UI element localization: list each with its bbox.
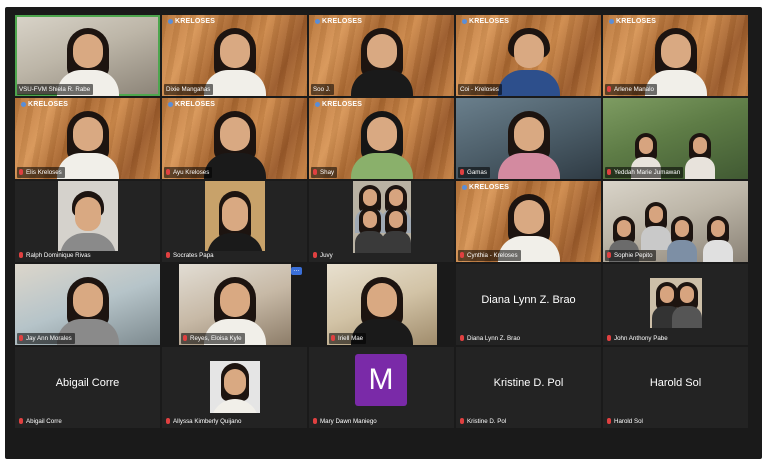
mic-muted-icon — [607, 252, 611, 258]
participant-name-label: Abigail Corre — [17, 416, 65, 427]
participant-name-label: Shay — [311, 167, 338, 178]
participant-name-label: Juvy — [311, 250, 336, 261]
participant-name-label: Diana Lynn Z. Brao — [458, 333, 523, 344]
participant-name-label: Soo J. — [311, 84, 334, 95]
video-tile[interactable]: John Anthony Pabe — [603, 264, 748, 345]
mic-muted-icon — [607, 86, 611, 92]
participant-name-label: Mary Dawn Maniego — [311, 416, 380, 427]
video-tile[interactable]: KRELOSES Dixie Mangahas — [162, 15, 307, 96]
gallery-view: VSU-FVM Shiela R. Rabe KRELOSES Dixie Ma… — [5, 7, 762, 459]
participant-display-name: Kristine D. Pol — [493, 377, 564, 389]
mic-muted-icon — [166, 418, 170, 424]
participant-name-label: Gamas — [458, 167, 490, 178]
participant-video — [353, 181, 411, 253]
mic-muted-icon — [166, 169, 170, 175]
participant-video — [347, 28, 417, 96]
video-tile[interactable]: KRELOSES Coi - Kreloses — [456, 15, 601, 96]
video-tile[interactable]: Ralph Dominique Rivas — [15, 181, 160, 262]
brand-watermark: KRELOSES — [315, 18, 362, 25]
video-tile[interactable]: Iriell Mae — [327, 264, 437, 345]
participant-display-name: Harold Sol — [649, 377, 702, 389]
avatar: M — [355, 354, 407, 406]
participant-name-label: Socrates Papa — [164, 250, 217, 261]
video-tile[interactable]: Jay Ann Morales — [15, 264, 160, 345]
video-tile[interactable]: KRELOSES Shay — [309, 98, 454, 179]
mic-muted-icon — [460, 418, 464, 424]
participant-profile-photo — [650, 278, 702, 328]
video-tile[interactable]: Juvy — [309, 181, 454, 262]
participant-display-name: Abigail Corre — [55, 377, 120, 389]
participant-name-label: Iriell Mae — [329, 333, 367, 344]
mic-muted-icon — [607, 335, 611, 341]
participant-name-label: Harold Sol — [605, 416, 646, 427]
participant-name-label: Arlene Manalo — [605, 84, 657, 95]
video-tile[interactable]: Abigail Corre Abigail Corre — [15, 347, 160, 428]
zoom-gallery-screenshot: VSU-FVM Shiela R. Rabe KRELOSES Dixie Ma… — [0, 0, 768, 466]
participant-name-label: Jay Ann Morales — [17, 333, 75, 344]
video-tile[interactable]: Harold Sol Harold Sol — [603, 347, 748, 428]
mic-muted-icon — [607, 418, 611, 424]
participant-name-label: Allyssa Kimberly Quijano — [164, 416, 244, 427]
video-tile[interactable]: Gamas — [456, 98, 601, 179]
participant-video — [58, 181, 118, 251]
mic-muted-icon — [166, 252, 170, 258]
video-tile[interactable]: Diana Lynn Z. Brao Diana Lynn Z. Brao — [456, 264, 601, 345]
participant-name-label: John Anthony Pabe — [605, 333, 671, 344]
mic-muted-icon — [331, 335, 335, 341]
participant-name-label: Elis Kreloses — [17, 167, 65, 178]
mic-muted-icon — [460, 335, 464, 341]
video-tile[interactable]: Allyssa Kimberly Quijano — [162, 347, 307, 428]
video-tile[interactable]: KRELOSES Ayu Kreloses — [162, 98, 307, 179]
mic-muted-icon — [313, 418, 317, 424]
brand-watermark: KRELOSES — [168, 18, 215, 25]
brand-watermark: KRELOSES — [315, 101, 362, 108]
mic-muted-icon — [19, 418, 23, 424]
mic-muted-icon — [607, 169, 611, 175]
brand-watermark: KRELOSES — [462, 184, 509, 191]
mic-muted-icon — [313, 169, 317, 175]
video-tile[interactable]: Reyes, Eloisa Kyle — [179, 264, 291, 345]
mic-muted-icon — [183, 335, 187, 341]
more-options-button[interactable]: … — [291, 266, 302, 275]
video-tile[interactable]: KRELOSES Elis Kreloses — [15, 98, 160, 179]
participant-name-label: Yeddah Marie Jumawan — [605, 167, 684, 178]
brand-watermark: KRELOSES — [609, 18, 656, 25]
mic-muted-icon — [19, 169, 23, 175]
mic-muted-icon — [19, 252, 23, 258]
video-tile[interactable]: VSU-FVM Shiela R. Rabe — [15, 15, 160, 96]
mic-muted-icon — [460, 169, 464, 175]
participant-name-label: Ralph Dominique Rivas — [17, 250, 94, 261]
brand-watermark: KRELOSES — [21, 101, 68, 108]
participant-profile-photo — [210, 361, 260, 413]
participant-name-label: VSU-FVM Shiela R. Rabe — [17, 84, 94, 95]
participant-name-label: Kristine D. Pol — [458, 416, 509, 427]
participant-video — [205, 181, 265, 251]
video-tile[interactable]: Sophie Pepito — [603, 181, 748, 262]
participant-name-label: Cynthia - Kreloses — [458, 250, 521, 261]
participant-video — [347, 111, 417, 179]
participant-name-label: Sophie Pepito — [605, 250, 656, 261]
participant-display-name: Diana Lynn Z. Brao — [481, 294, 576, 306]
participant-name-label: Coi - Kreloses — [458, 84, 502, 95]
video-tile[interactable]: M Mary Dawn Maniego — [309, 347, 454, 428]
mic-muted-icon — [460, 252, 464, 258]
mic-muted-icon — [19, 335, 23, 341]
video-tile[interactable]: KRELOSES Cynthia - Kreloses — [456, 181, 601, 262]
brand-watermark: KRELOSES — [168, 101, 215, 108]
participant-video — [494, 28, 564, 96]
mic-muted-icon — [313, 252, 317, 258]
participant-video — [494, 111, 564, 179]
participant-name-label: Ayu Kreloses — [164, 167, 213, 178]
video-tile[interactable]: Yeddah Marie Jumawan — [603, 98, 748, 179]
video-tile[interactable]: Kristine D. Pol Kristine D. Pol — [456, 347, 601, 428]
brand-watermark: KRELOSES — [462, 18, 509, 25]
video-tile[interactable]: Socrates Papa — [162, 181, 307, 262]
participant-name-label: Reyes, Eloisa Kyle — [181, 333, 245, 344]
video-tile[interactable]: KRELOSES Arlene Manalo — [603, 15, 748, 96]
participant-name-label: Dixie Mangahas — [164, 84, 214, 95]
video-tile[interactable]: KRELOSES Soo J. — [309, 15, 454, 96]
